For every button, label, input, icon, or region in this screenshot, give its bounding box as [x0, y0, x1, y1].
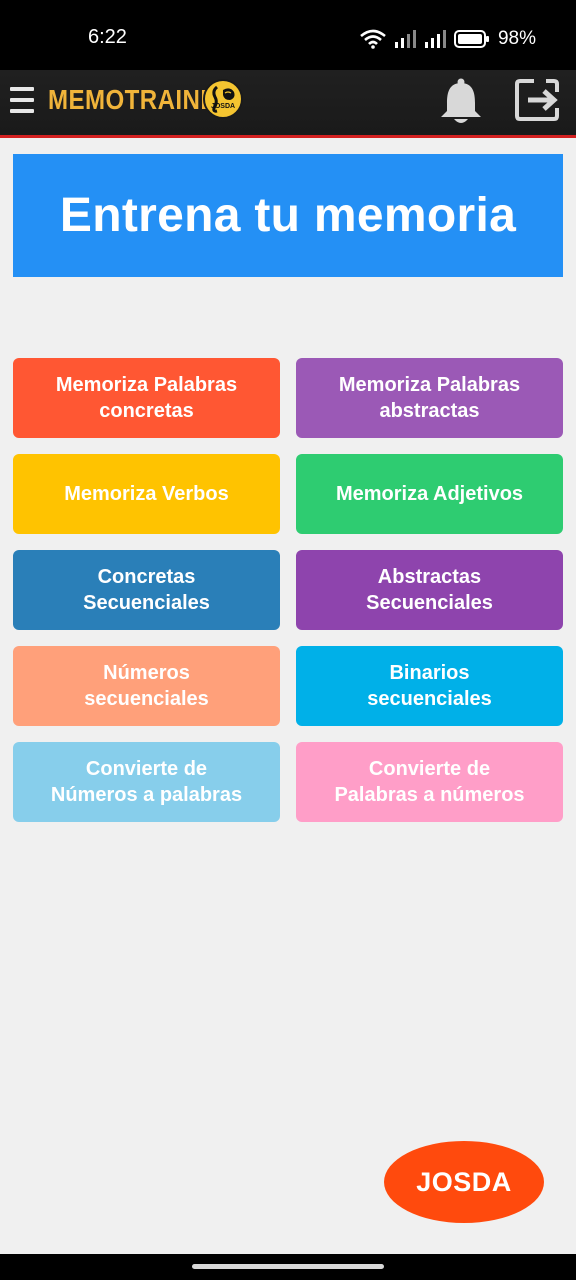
memoriza-verbos-button[interactable]: Memoriza Verbos: [13, 454, 280, 534]
numeros-secuenciales-button[interactable]: Números secuenciales: [13, 646, 280, 726]
exercise-grid: Memoriza Palabras concretas Memoriza Pal…: [13, 358, 563, 822]
home-indicator[interactable]: [192, 1264, 384, 1269]
abstractas-secuenciales-button[interactable]: Abstractas Secuenciales: [296, 550, 563, 630]
page-title: Entrena tu memoria: [59, 189, 517, 242]
josda-button[interactable]: JOSDA: [384, 1141, 544, 1223]
banner: Entrena tu memoria: [13, 154, 563, 277]
status-icons: 98%: [360, 26, 536, 52]
status-time: 6:22: [88, 26, 127, 48]
memoriza-adjetivos-button[interactable]: Memoriza Adjetivos: [296, 454, 563, 534]
bell-icon[interactable]: [438, 76, 484, 126]
menu-icon[interactable]: [10, 87, 34, 113]
memoriza-palabras-concretas-button[interactable]: Memoriza Palabras concretas: [13, 358, 280, 438]
wifi-icon: [360, 29, 386, 49]
concretas-secuenciales-button[interactable]: Concretas Secuenciales: [13, 550, 280, 630]
app-bar: MEMOTRAINER JOSDA: [0, 70, 576, 138]
convierte-numeros-a-palabras-button[interactable]: Convierte de Números a palabras: [13, 742, 280, 822]
brand-logo-text: JOSDA: [210, 103, 236, 110]
memoriza-palabras-abstractas-button[interactable]: Memoriza Palabras abstractas: [296, 358, 563, 438]
battery-icon: [453, 30, 489, 48]
binarios-secuenciales-button[interactable]: Binarios secuenciales: [296, 646, 563, 726]
brand-logo: JOSDA: [203, 79, 243, 119]
navigation-bar: [0, 1254, 576, 1280]
battery-level: 98%: [497, 28, 536, 49]
signal-icon: [394, 30, 416, 48]
logout-icon[interactable]: [514, 76, 562, 124]
convierte-palabras-a-numeros-button[interactable]: Convierte de Palabras a números: [296, 742, 563, 822]
status-bar: 6:22 98%: [0, 0, 576, 70]
signal-icon: [424, 30, 446, 48]
